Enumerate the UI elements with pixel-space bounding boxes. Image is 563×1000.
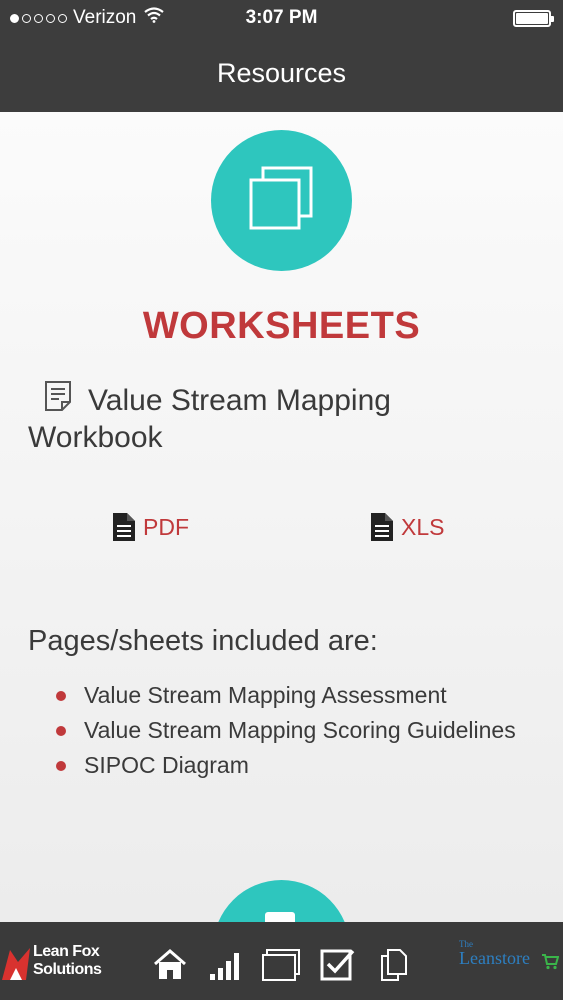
leanstore-logo[interactable]: The Leanstore: [459, 939, 559, 980]
list-item: SIPOC Diagram: [56, 748, 516, 783]
next-section-badge: [213, 880, 350, 922]
lean-fox-logo[interactable]: Lean Fox Solutions: [0, 940, 112, 984]
fox-icon: [2, 948, 30, 980]
stacked-windows-icon: [249, 166, 313, 230]
list-item: Value Stream Mapping Scoring Guidelines: [56, 713, 516, 748]
included-list: Value Stream Mapping Assessment Value St…: [56, 678, 516, 783]
xls-label: XLS: [401, 513, 445, 540]
documents-tab[interactable]: [380, 948, 408, 987]
documents-icon: [381, 949, 407, 981]
included-heading: Pages/sheets included are:: [28, 625, 378, 657]
checklist-tab[interactable]: [320, 948, 356, 987]
logo-small-text: The: [459, 939, 473, 949]
scroll-content[interactable]: WORKSHEETS Value Stream Mapping Workbook…: [0, 112, 563, 922]
bottom-tab-bar: Lean Fox Solutions The Leanstore: [0, 922, 563, 1000]
stacked-windows-icon: [262, 949, 300, 981]
list-item: Value Stream Mapping Assessment: [56, 678, 516, 713]
document-icon: [44, 380, 88, 420]
document-title: Value Stream Mapping Workbook: [28, 380, 498, 455]
cart-icon: [542, 954, 559, 970]
status-time: 3:07 PM: [245, 7, 318, 28]
worksheets-tab[interactable]: [261, 948, 301, 987]
home-tab[interactable]: [152, 948, 188, 987]
home-icon: [154, 949, 186, 979]
pdf-download-link[interactable]: PDF: [112, 512, 189, 542]
status-bar: Verizon 3:07 PM: [0, 0, 563, 38]
worksheets-badge: [211, 130, 352, 271]
document-icon: [265, 912, 295, 922]
file-text-icon: [113, 513, 135, 541]
nav-bar: Resources: [0, 38, 563, 112]
section-heading: WORKSHEETS: [142, 305, 421, 347]
xls-download-link[interactable]: XLS: [370, 512, 444, 542]
file-text-icon: [371, 513, 393, 541]
battery-icon: [513, 10, 554, 27]
logo-line-1: Lean Fox: [33, 943, 100, 960]
signal-bars-icon: [210, 953, 239, 980]
logo-name: Leanstore: [459, 948, 530, 968]
stats-tab[interactable]: [208, 948, 242, 987]
pdf-label: PDF: [143, 513, 189, 540]
checkbox-icon: [320, 949, 355, 981]
page-title: Resources: [216, 58, 347, 88]
logo-line-2: Solutions: [33, 961, 102, 978]
